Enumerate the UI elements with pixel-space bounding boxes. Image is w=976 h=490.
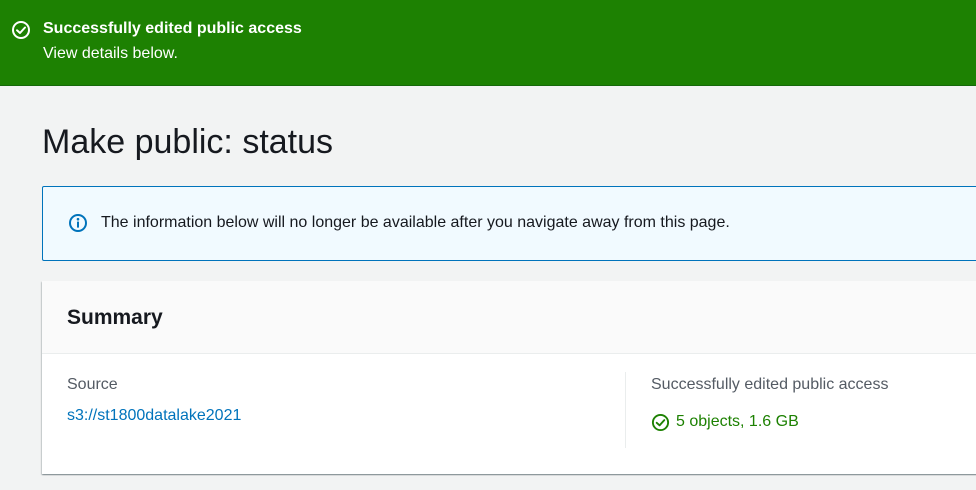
flash-content: View details below. — [43, 45, 178, 62]
summary-container: Summary Source s3://st1800datalake2021 S… — [42, 281, 976, 474]
summary-header: Summary — [42, 281, 976, 354]
status-label: Successfully edited public access — [651, 376, 889, 393]
page-title: Make public: status — [42, 123, 334, 161]
status-value: 5 objects, 1.6 GB — [651, 412, 799, 432]
alert-text: The information below will no longer be … — [101, 214, 730, 231]
column-divider — [625, 372, 626, 448]
source-link[interactable]: s3://st1800datalake2021 — [67, 406, 241, 426]
status-value-text: 5 objects, 1.6 GB — [676, 413, 799, 430]
success-flashbar: Successfully edited public access View d… — [0, 0, 976, 86]
source-label: Source — [67, 376, 118, 393]
check-circle-icon — [12, 21, 30, 39]
info-icon — [69, 214, 87, 232]
flash-header: Successfully edited public access — [43, 20, 302, 37]
summary-title: Summary — [67, 306, 163, 329]
info-alert: The information below will no longer be … — [42, 186, 976, 261]
check-circle-icon — [651, 413, 670, 431]
